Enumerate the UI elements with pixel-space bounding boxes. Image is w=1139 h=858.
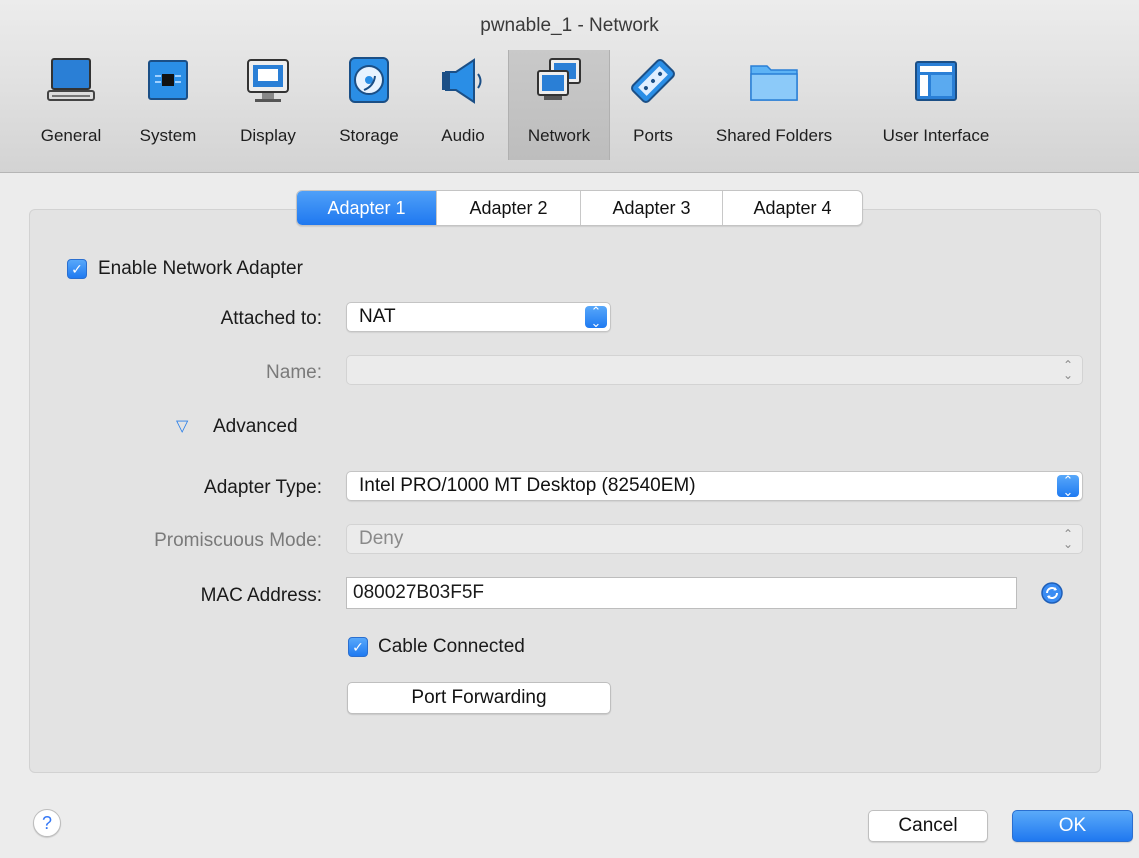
- adapter-type-select[interactable]: Intel PRO/1000 MT Desktop (82540EM) ⌃ ⌄: [346, 471, 1083, 501]
- promiscuous-mode-select[interactable]: Deny ⌃ ⌄: [346, 524, 1083, 554]
- name-label: Name:: [266, 362, 322, 383]
- ports-connector-icon: [631, 59, 675, 103]
- window-title: pwnable_1 - Network: [480, 15, 659, 36]
- tab-adapter-1[interactable]: Adapter 1: [297, 191, 437, 225]
- toolbar-item-shared-folders[interactable]: Shared Folders: [706, 50, 842, 160]
- toolbar-item-network[interactable]: Network: [508, 50, 610, 160]
- enable-adapter-label: Enable Network Adapter: [98, 258, 303, 279]
- tab-adapter-2[interactable]: Adapter 2: [437, 191, 581, 225]
- advanced-label[interactable]: Advanced: [213, 416, 298, 438]
- toolbar-item-display[interactable]: Display: [228, 50, 308, 160]
- toolbar-label-audio: Audio: [441, 126, 485, 145]
- user-interface-window-icon: [915, 61, 957, 101]
- ok-button[interactable]: OK: [1012, 810, 1133, 842]
- name-select[interactable]: ⌃ ⌄: [346, 355, 1083, 385]
- toolbar-label-user-interface: User Interface: [882, 126, 990, 145]
- attached-to-value: NAT: [359, 306, 396, 327]
- refresh-mac-icon[interactable]: [1040, 581, 1064, 605]
- mac-address-label: MAC Address:: [200, 585, 322, 606]
- toolbar-item-storage[interactable]: Storage: [328, 50, 410, 160]
- display-monitor-icon: [247, 59, 289, 102]
- attached-to-label: Attached to:: [220, 308, 322, 329]
- chevron-updown-icon: ⌃ ⌄: [1057, 474, 1079, 498]
- general-icon: [47, 58, 95, 101]
- promiscuous-mode-value: Deny: [359, 528, 404, 549]
- adapter-type-label: Adapter Type:: [204, 477, 322, 498]
- help-button[interactable]: ?: [33, 809, 61, 837]
- toolbar-label-general: General: [40, 126, 102, 145]
- chevron-updown-icon: ⌃ ⌄: [585, 305, 607, 329]
- toolbar-label-display: Display: [240, 126, 296, 145]
- chevron-updown-icon: ⌃ ⌄: [1062, 527, 1074, 551]
- tab-adapter-4[interactable]: Adapter 4: [723, 191, 862, 225]
- toolbar-item-audio[interactable]: Audio: [428, 50, 498, 160]
- tab-adapter-3[interactable]: Adapter 3: [581, 191, 723, 225]
- port-forwarding-button[interactable]: Port Forwarding: [347, 682, 611, 714]
- toolbar-item-user-interface[interactable]: User Interface: [866, 50, 1006, 160]
- disclosure-triangle-icon[interactable]: ▽: [176, 416, 188, 436]
- toolbar-label-ports: Ports: [633, 126, 673, 145]
- cable-connected-checkbox[interactable]: ✓: [348, 637, 368, 657]
- adapter-type-value: Intel PRO/1000 MT Desktop (82540EM): [359, 475, 696, 496]
- toolbar-label-system: System: [139, 126, 197, 145]
- mac-address-input[interactable]: 080027B03F5F: [346, 577, 1017, 609]
- toolbar-item-system[interactable]: System: [130, 50, 206, 160]
- network-icon: [537, 58, 581, 100]
- toolbar-label-storage: Storage: [339, 126, 399, 145]
- cable-connected-label: Cable Connected: [378, 636, 525, 657]
- attached-to-select[interactable]: NAT ⌃ ⌄: [346, 302, 611, 332]
- toolbar-label-shared-folders: Shared Folders: [715, 126, 833, 145]
- cancel-button[interactable]: Cancel: [868, 810, 988, 842]
- folder-icon: [750, 65, 798, 101]
- toolbar: pwnable_1 - Network General System Displ…: [0, 0, 1139, 173]
- toolbar-label-network: Network: [527, 126, 591, 145]
- audio-speaker-icon: [442, 58, 482, 104]
- toolbar-item-general[interactable]: General: [33, 50, 109, 160]
- toolbar-item-ports[interactable]: Ports: [620, 50, 686, 160]
- storage-disk-icon: [349, 57, 389, 103]
- system-chip-icon: [148, 60, 188, 100]
- adapter-tabs: Adapter 1 Adapter 2 Adapter 3 Adapter 4: [296, 190, 863, 226]
- chevron-updown-icon: ⌃ ⌄: [1062, 358, 1074, 382]
- promiscuous-mode-label: Promiscuous Mode:: [154, 530, 322, 551]
- enable-adapter-checkbox[interactable]: ✓: [67, 259, 87, 279]
